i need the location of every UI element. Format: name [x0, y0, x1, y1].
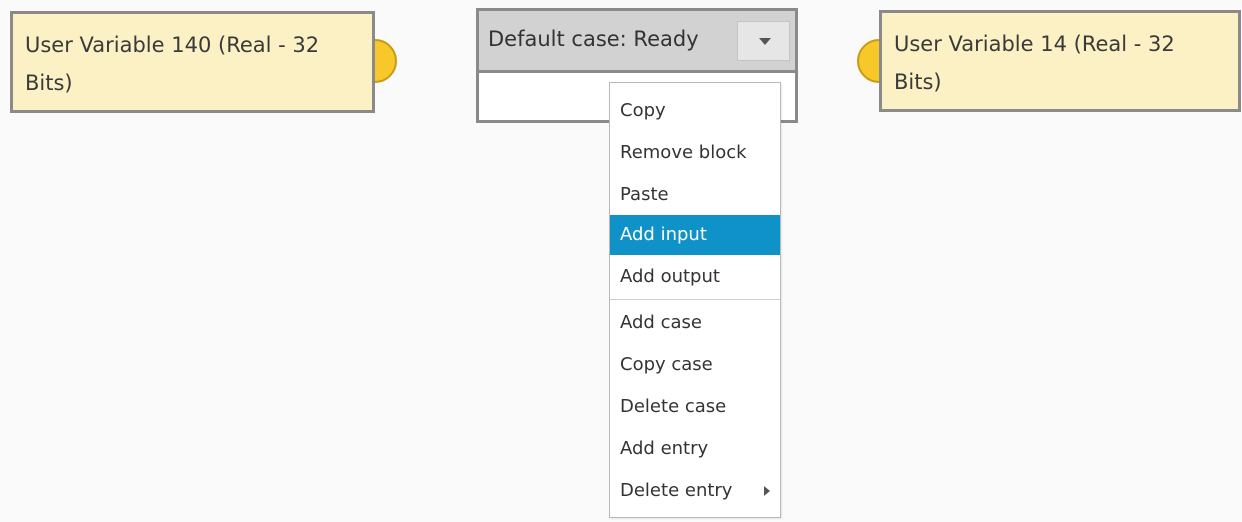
context-menu: Copy Remove block Paste Add input Add ou…: [609, 82, 781, 518]
menu-item-label: Copy: [620, 100, 666, 121]
menu-item-add-output[interactable]: Add output: [610, 257, 780, 297]
menu-item-label: Add output: [620, 266, 720, 287]
menu-item-add-input[interactable]: Add input: [610, 215, 780, 255]
menu-item-label: Paste: [620, 184, 669, 205]
menu-item-add-case[interactable]: Add case: [610, 303, 780, 343]
menu-item-remove-block[interactable]: Remove block: [610, 133, 780, 173]
variable-label-line-1: User Variable 14 (Real - 32: [894, 32, 1175, 56]
user-variable-140-block[interactable]: User Variable 140 (Real - 32 Bits): [10, 11, 375, 113]
menu-separator: [610, 299, 780, 300]
variable-label-line-2: Bits): [25, 71, 73, 95]
menu-item-label: Delete entry: [620, 480, 733, 501]
menu-item-copy[interactable]: Copy: [610, 91, 780, 131]
menu-item-label: Remove block: [620, 142, 747, 163]
menu-item-copy-case[interactable]: Copy case: [610, 345, 780, 385]
variable-label-line-1: User Variable 140 (Real - 32: [25, 33, 320, 57]
variable-label-line-2: Bits): [894, 70, 942, 94]
menu-item-delete-entry[interactable]: Delete entry: [610, 471, 780, 511]
chevron-right-icon: [764, 486, 770, 496]
menu-item-label: Copy case: [620, 354, 713, 375]
user-variable-14-block[interactable]: User Variable 14 (Real - 32 Bits): [879, 10, 1241, 112]
menu-item-paste[interactable]: Paste: [610, 175, 780, 215]
menu-item-label: Delete case: [620, 396, 727, 417]
case-dropdown-button[interactable]: [737, 21, 790, 61]
menu-item-add-entry[interactable]: Add entry: [610, 429, 780, 469]
menu-item-delete-case[interactable]: Delete case: [610, 387, 780, 427]
menu-item-label: Add entry: [620, 438, 709, 459]
chevron-down-icon: [759, 38, 771, 45]
default-case-label: Default case: Ready: [488, 27, 699, 51]
switch-header: Default case: Ready: [479, 11, 795, 73]
menu-item-label: Add input: [620, 224, 707, 245]
menu-item-label: Add case: [620, 312, 702, 333]
